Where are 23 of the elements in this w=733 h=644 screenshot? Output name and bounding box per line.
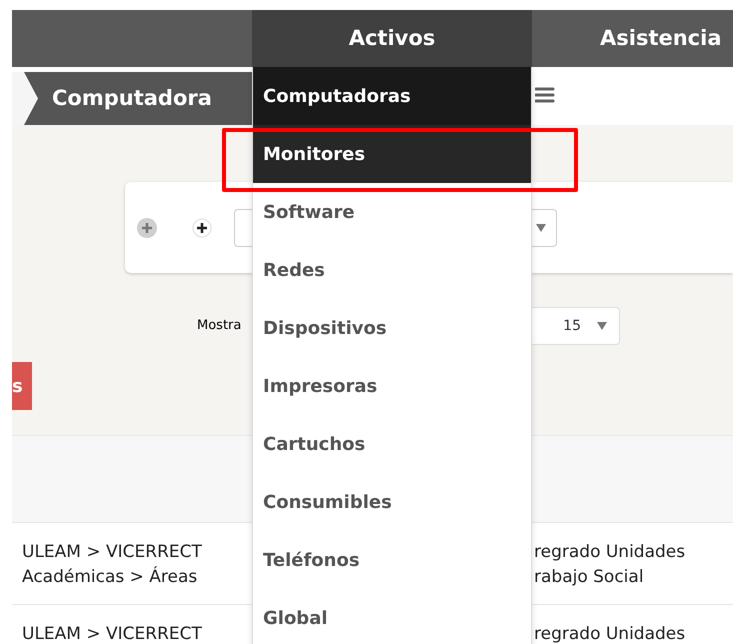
menu-tab[interactable]: Activos	[252, 10, 532, 67]
dropdown-item[interactable]: Global	[253, 589, 531, 644]
page-title: Computadora	[52, 84, 212, 112]
entity-path-text: regrado Unidades	[534, 541, 686, 564]
dropdown-item[interactable]: Redes	[253, 241, 531, 299]
dropdown-item[interactable]: Teléfonos	[253, 531, 531, 589]
menu-icon[interactable]	[535, 87, 555, 103]
dropdown-item[interactable]: Impresoras	[253, 357, 531, 415]
caret-icon	[597, 322, 607, 330]
entity-path-text: regrado Unidades	[534, 623, 686, 644]
dropdown-item[interactable]: Computadoras	[253, 67, 531, 125]
entity-path-text: Académicas > Áreas	[22, 565, 198, 589]
entity-path-text: rabajo Social	[534, 566, 644, 589]
caret-icon	[536, 224, 546, 232]
entity-path-text: ULEAM > VICERRECT	[22, 623, 202, 644]
menu-tab[interactable]: Asistencia	[532, 10, 722, 67]
entity-path-text: ULEAM > VICERRECT	[22, 541, 202, 564]
display-count-label: Mostra	[197, 317, 242, 336]
add-icon[interactable]	[192, 218, 212, 238]
action-button[interactable]: s	[12, 362, 32, 410]
dropdown-item[interactable]: Cartuchos	[253, 415, 531, 473]
dropdown-item[interactable]: Consumibles	[253, 473, 531, 531]
dropdown-item[interactable]: Monitores	[253, 125, 531, 183]
